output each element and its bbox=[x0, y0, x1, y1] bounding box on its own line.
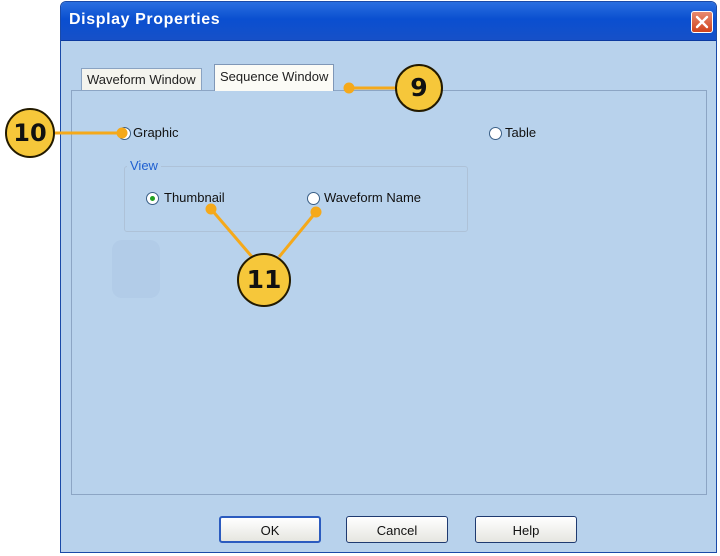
callout-10: 10 bbox=[5, 108, 55, 158]
callout-11: 11 bbox=[237, 253, 291, 307]
callout-annotations: 9 10 11 bbox=[0, 0, 720, 556]
leader-dot-11-thumbnail bbox=[205, 203, 217, 215]
callout-leader-lines bbox=[55, 82, 396, 259]
leader-dot-10 bbox=[116, 127, 128, 139]
callout-9: 9 bbox=[395, 64, 443, 112]
leader-line-11-thumbnail bbox=[209, 208, 255, 259]
leader-dot-11-waveform-name bbox=[310, 206, 322, 218]
leader-line-11-waveform-name bbox=[277, 211, 318, 258]
leader-dot-9 bbox=[343, 82, 355, 94]
